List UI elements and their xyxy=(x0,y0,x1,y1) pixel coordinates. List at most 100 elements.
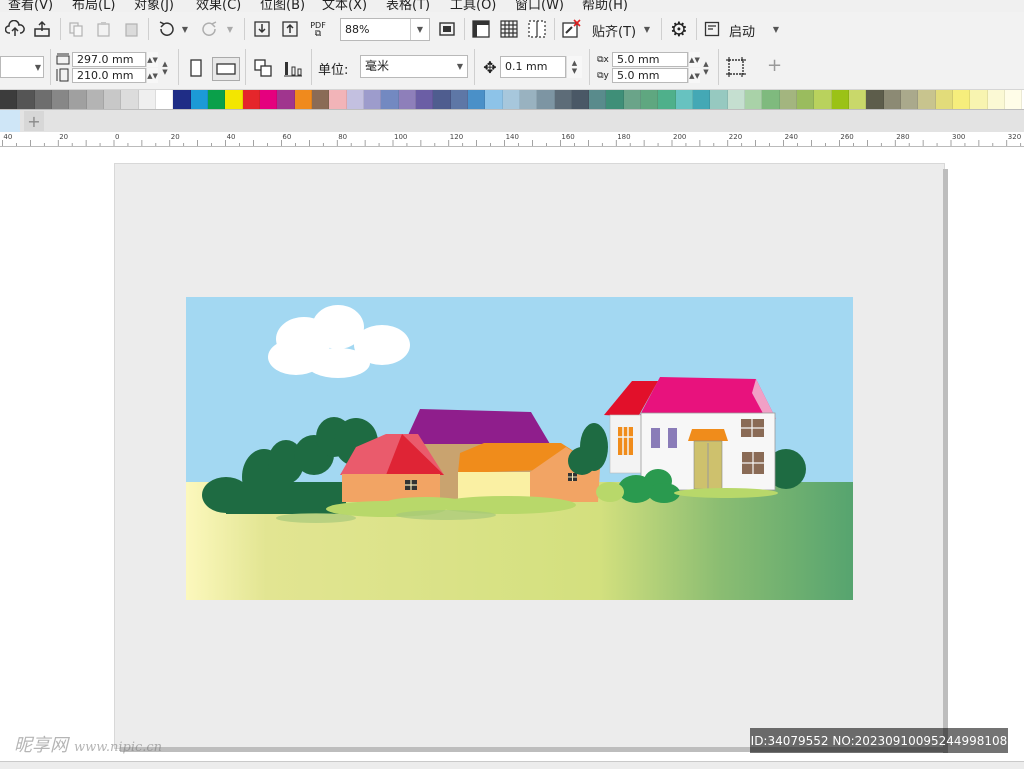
page-height-spinner[interactable]: ▲▼ xyxy=(146,68,158,83)
duplicate-y-spinner[interactable]: ▲▼ xyxy=(688,68,700,83)
color-swatch[interactable] xyxy=(571,90,590,109)
color-swatch[interactable] xyxy=(450,90,468,109)
color-swatch[interactable] xyxy=(797,90,815,109)
color-swatch[interactable] xyxy=(190,90,208,109)
current-page-icon[interactable] xyxy=(282,57,304,79)
color-swatch[interactable] xyxy=(883,90,902,109)
cloud-upload-icon[interactable] xyxy=(4,18,26,40)
color-swatch[interactable] xyxy=(103,90,122,109)
bleed-icon[interactable] xyxy=(724,55,748,79)
color-swatch[interactable] xyxy=(762,90,780,109)
menu-view[interactable]: 查看(V) xyxy=(8,0,53,12)
color-swatch[interactable] xyxy=(675,90,694,109)
color-swatch[interactable] xyxy=(554,90,572,109)
color-swatch[interactable] xyxy=(346,90,364,109)
chevron-down-icon[interactable]: ▼ xyxy=(642,24,652,34)
zoom-level-combo[interactable]: 88% ▼ xyxy=(340,18,430,41)
color-swatch[interactable] xyxy=(485,90,503,109)
page-width-field[interactable]: 297.0 mm xyxy=(72,52,146,67)
nudge-spinner[interactable]: ▲ ▼ xyxy=(566,56,582,78)
show-guidelines-icon[interactable] xyxy=(526,18,548,40)
color-swatch[interactable] xyxy=(173,90,191,109)
color-swatch[interactable] xyxy=(329,90,347,109)
color-swatch[interactable] xyxy=(294,90,312,109)
color-swatch[interactable] xyxy=(277,90,295,109)
color-swatch[interactable] xyxy=(641,90,659,109)
menu-layout[interactable]: 布局(L) xyxy=(72,0,115,12)
color-swatch[interactable] xyxy=(51,90,70,109)
landscape-icon[interactable] xyxy=(212,57,240,81)
color-swatch[interactable] xyxy=(225,90,243,109)
color-swatch[interactable] xyxy=(727,90,746,109)
undo-icon[interactable] xyxy=(156,19,176,39)
color-swatch[interactable] xyxy=(987,90,1006,109)
duplicate-x-field[interactable]: 5.0 mm xyxy=(612,52,688,67)
color-swatch[interactable] xyxy=(242,90,260,109)
menu-bitmap[interactable]: 位图(B) xyxy=(260,0,305,12)
chevron-down-icon[interactable]: ▼ xyxy=(771,24,781,34)
add-document-button[interactable]: + xyxy=(24,111,44,131)
menu-object[interactable]: 对象(J) xyxy=(134,0,174,12)
color-swatch[interactable] xyxy=(537,90,555,109)
menu-help[interactable]: 帮助(H) xyxy=(582,0,628,12)
color-swatch[interactable] xyxy=(381,90,399,109)
color-swatch[interactable] xyxy=(831,90,850,109)
show-rulers-icon[interactable] xyxy=(470,18,492,40)
color-swatch[interactable] xyxy=(589,90,607,109)
color-swatch[interactable] xyxy=(901,90,919,109)
portrait-icon[interactable] xyxy=(186,57,206,79)
color-swatch[interactable] xyxy=(935,90,954,109)
color-swatch[interactable] xyxy=(86,90,104,109)
menu-effects[interactable]: 效果(C) xyxy=(196,0,241,12)
color-swatch[interactable] xyxy=(398,90,416,109)
units-combo[interactable]: 毫米 ▼ xyxy=(360,55,468,78)
color-swatch[interactable] xyxy=(918,90,936,109)
chevron-down-icon[interactable]: ▼ xyxy=(180,24,190,34)
color-swatch[interactable] xyxy=(658,90,676,109)
color-swatch[interactable] xyxy=(519,90,538,109)
page-size-combo[interactable]: ▼ xyxy=(0,56,44,78)
snap-off-icon[interactable] xyxy=(560,18,582,40)
menu-text[interactable]: 文本(X) xyxy=(322,0,367,12)
color-swatch[interactable] xyxy=(311,90,330,109)
full-screen-preview-icon[interactable] xyxy=(436,19,458,39)
color-swatch[interactable] xyxy=(814,90,832,109)
landscape-illustration[interactable] xyxy=(186,297,853,600)
color-swatch[interactable] xyxy=(121,90,139,109)
color-swatch[interactable] xyxy=(433,90,451,109)
color-swatch[interactable] xyxy=(970,90,988,109)
duplicate-x-spinner[interactable]: ▲▼ xyxy=(688,52,700,67)
color-swatch[interactable] xyxy=(0,90,18,109)
color-swatch[interactable] xyxy=(1005,90,1023,109)
gear-icon[interactable]: ⚙ xyxy=(668,17,690,41)
color-swatch[interactable] xyxy=(34,90,52,109)
snap-to-dropdown[interactable]: 贴齐(T) xyxy=(592,21,636,40)
export-pdf-icon[interactable]: PDF ⧉ xyxy=(306,18,330,42)
copy-icon[interactable] xyxy=(66,19,86,39)
color-swatch[interactable] xyxy=(138,90,156,109)
nudge-distance-field[interactable]: 0.1 mm xyxy=(500,56,566,78)
chevron-down-icon[interactable]: ▼ xyxy=(410,19,429,40)
import-icon[interactable] xyxy=(252,19,272,39)
color-swatch[interactable] xyxy=(953,90,971,109)
launch-icon[interactable] xyxy=(703,20,721,38)
color-swatch[interactable] xyxy=(849,90,867,109)
color-swatch[interactable] xyxy=(17,90,35,109)
color-swatch[interactable] xyxy=(623,90,642,109)
color-swatch[interactable] xyxy=(363,90,382,109)
color-swatch[interactable] xyxy=(259,90,278,109)
redo-icon[interactable] xyxy=(200,19,220,39)
color-swatch[interactable] xyxy=(415,90,434,109)
paste-icon[interactable] xyxy=(94,19,114,39)
color-swatch[interactable] xyxy=(467,90,486,109)
color-swatch[interactable] xyxy=(866,90,884,109)
color-swatch[interactable] xyxy=(779,90,798,109)
publish-icon[interactable] xyxy=(31,18,53,40)
color-swatch[interactable] xyxy=(207,90,226,109)
add-preset-button[interactable]: + xyxy=(767,55,782,76)
color-swatch[interactable] xyxy=(606,90,624,109)
color-swatch[interactable] xyxy=(745,90,763,109)
document-tab[interactable] xyxy=(0,110,20,132)
color-swatch[interactable] xyxy=(693,90,711,109)
show-grid-icon[interactable] xyxy=(498,18,520,40)
